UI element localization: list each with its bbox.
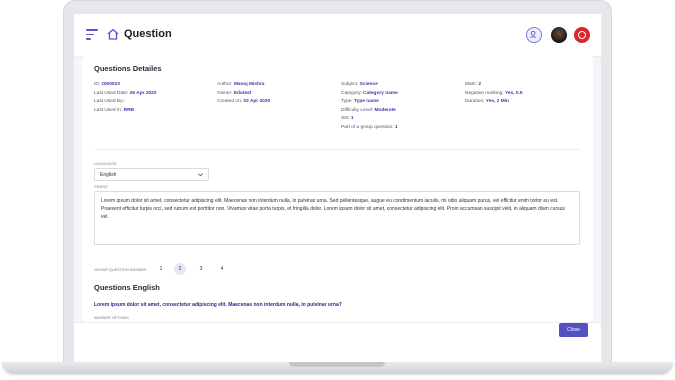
close-button[interactable]: Close: [559, 323, 588, 337]
detail-created-on: Created on: 02 Apr 2020: [217, 99, 271, 105]
answer-options-label: ANSWER OPTIONS: [94, 316, 129, 320]
details-column-3: Subject: Science Category: Category name…: [341, 81, 398, 133]
detail-last-used-by: Last Used By:-: [94, 99, 126, 105]
page-title: Question: [124, 28, 172, 40]
help-icon[interactable]: [526, 27, 542, 43]
detail-set: Set: 1: [341, 116, 354, 122]
detail-difficulty: Difficulty Level: Moderate: [341, 107, 396, 113]
user-avatar[interactable]: [551, 27, 567, 43]
detail-negative-marking: Negative marking: Yes, 0.5: [465, 90, 523, 96]
detail-last-used-in: Last Used In: RRB: [94, 107, 135, 113]
passage-textarea[interactable]: Lorem ipsum dolor sit amet, consectetur …: [94, 191, 580, 245]
chevron-down-icon: [198, 173, 203, 177]
question-detail-card: Questions Detailes ID: OI00023 Last Used…: [82, 56, 593, 322]
section-divider: [94, 149, 580, 150]
detail-owner: Owner: Edutest: [217, 90, 252, 96]
detail-author: Author: Manoj Mishra: [217, 82, 265, 87]
group-question-page-3[interactable]: 3: [195, 263, 207, 275]
detail-duration: Duration: Yes, 2 Min: [465, 99, 509, 105]
group-question-page-4[interactable]: 4: [216, 263, 228, 275]
footer-bar: [74, 322, 601, 362]
group-question-page-2[interactable]: 2: [174, 263, 186, 275]
app-screen: Question Questions Detailes ID: OI00023 …: [74, 14, 601, 362]
home-icon[interactable]: [106, 27, 120, 41]
details-column-1: ID: OI00023 Last Used Date: 26 Apr 2020 …: [94, 81, 157, 115]
detail-category: Category: Category name: [341, 90, 398, 96]
details-column-4: Mark: 2 Negative marking: Yes, 0.5 Durat…: [465, 81, 523, 107]
group-question-label: GROUP QUESTION NUMBER: [94, 268, 147, 272]
flag-icon[interactable]: [574, 27, 590, 43]
detail-mark: Mark: 2: [465, 82, 481, 87]
top-bar: Question: [74, 14, 601, 57]
detail-group-part: Part of a group question: 1: [341, 124, 398, 130]
detail-type: Type: Type name: [341, 99, 379, 105]
language-label: LANGUAGE: [94, 162, 117, 166]
passage-label: PRASE: [94, 185, 108, 189]
detail-last-used-date: Last Used Date: 26 Apr 2020: [94, 90, 157, 96]
hamburger-icon[interactable]: [86, 29, 98, 40]
question-section-title: Questions English: [94, 283, 160, 292]
language-select-value: English: [100, 172, 117, 178]
group-question-page-1[interactable]: 1: [155, 263, 167, 275]
language-select[interactable]: English: [94, 168, 209, 181]
details-column-2: Author: Manoj Mishra Owner: Edutest Crea…: [217, 81, 270, 107]
detail-id: ID: OI00023: [94, 82, 120, 87]
details-section-title: Questions Detailes: [94, 64, 162, 73]
detail-subject: Subject: Science: [341, 82, 378, 87]
laptop-notch: [289, 362, 385, 367]
question-text: Lorem ipsum dolor sit amet, consectetur …: [94, 302, 342, 308]
